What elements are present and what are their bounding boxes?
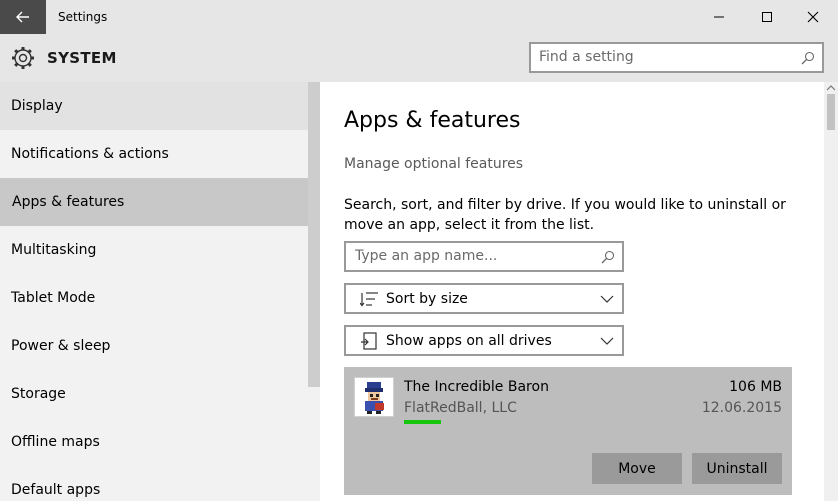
main-content: Apps & features Manage optional features…: [320, 82, 838, 501]
sidebar-item-label: Offline maps: [11, 434, 100, 450]
sidebar-item-label: Storage: [11, 386, 66, 402]
back-button[interactable]: [0, 0, 46, 34]
maximize-button[interactable]: [744, 0, 790, 34]
scroll-up-arrow-icon[interactable]: [826, 84, 836, 92]
sidebar-item-default-apps[interactable]: Default apps: [0, 466, 320, 501]
back-arrow-icon: [16, 11, 29, 23]
sidebar-item-label: Default apps: [11, 482, 101, 498]
sort-dropdown-label: Sort by size: [386, 291, 468, 307]
title-bar: Settings: [0, 0, 838, 36]
app-progress-fill: [404, 420, 441, 424]
sidebar-item-multitasking[interactable]: Multitasking: [0, 226, 320, 274]
chevron-down-icon: [600, 337, 614, 345]
drive-filter-dropdown[interactable]: Show apps on all drives: [344, 325, 624, 356]
move-button[interactable]: Move: [592, 453, 682, 484]
minimize-button[interactable]: [696, 0, 742, 34]
section-title: SYSTEM: [47, 49, 117, 67]
description-text: Search, sort, and filter by drive. If yo…: [344, 197, 786, 233]
sidebar-item-label: Display: [11, 98, 63, 114]
sidebar-item-apps-features[interactable]: Apps & features: [0, 178, 320, 226]
uninstall-button[interactable]: Uninstall: [692, 453, 782, 484]
app-search-box[interactable]: [344, 241, 624, 272]
manage-optional-features-link[interactable]: Manage optional features: [344, 156, 523, 172]
maximize-icon: [762, 12, 772, 22]
search-icon[interactable]: [600, 249, 616, 265]
sidebar-item-power-sleep[interactable]: Power & sleep: [0, 322, 320, 370]
baron-character-icon: [365, 382, 384, 414]
app-list-item[interactable]: The Incredible Baron FlatRedBall, LLC 10…: [344, 367, 792, 495]
settings-header: SYSTEM: [0, 36, 838, 82]
app-publisher: FlatRedBall, LLC: [404, 400, 517, 416]
app-name: The Incredible Baron: [404, 379, 549, 395]
sidebar-item-label: Multitasking: [11, 242, 97, 258]
window-title: Settings: [58, 10, 108, 24]
sidebar-item-label: Tablet Mode: [11, 290, 96, 306]
app-search-input[interactable]: [355, 248, 595, 264]
gear-icon: [12, 47, 34, 69]
close-icon: [807, 11, 819, 23]
sidebar-item-tablet-mode[interactable]: Tablet Mode: [0, 274, 320, 322]
sort-dropdown[interactable]: Sort by size: [344, 283, 624, 314]
sidebar-item-display[interactable]: Display: [0, 82, 320, 130]
sidebar: Display Notifications & actions Apps & f…: [0, 82, 320, 501]
find-setting-box[interactable]: [529, 42, 824, 73]
sidebar-item-storage[interactable]: Storage: [0, 370, 320, 418]
sidebar-item-label: Apps & features: [12, 194, 125, 210]
scroll-thumb[interactable]: [827, 94, 835, 130]
sidebar-item-label: Power & sleep: [11, 338, 111, 354]
sidebar-item-offline-maps[interactable]: Offline maps: [0, 418, 320, 466]
app-install-date: 12.06.2015: [701, 400, 782, 416]
sort-list-icon: [360, 292, 378, 307]
page-title: Apps & features: [344, 108, 521, 133]
content-scrollbar[interactable]: [824, 82, 838, 501]
search-icon[interactable]: [800, 50, 816, 66]
sidebar-item-label: Notifications & actions: [11, 146, 169, 162]
sidebar-item-notifications[interactable]: Notifications & actions: [0, 130, 320, 178]
app-size: 106 MB: [729, 379, 782, 395]
drive-icon: [361, 332, 377, 350]
app-progress-bar: [404, 420, 441, 424]
minimize-icon: [714, 16, 724, 18]
close-button[interactable]: [790, 0, 836, 34]
find-setting-input[interactable]: [539, 49, 789, 65]
chevron-down-icon: [600, 295, 614, 303]
sidebar-scrollbar[interactable]: [308, 82, 320, 387]
app-icon: [354, 377, 394, 417]
drive-filter-label: Show apps on all drives: [386, 333, 552, 349]
